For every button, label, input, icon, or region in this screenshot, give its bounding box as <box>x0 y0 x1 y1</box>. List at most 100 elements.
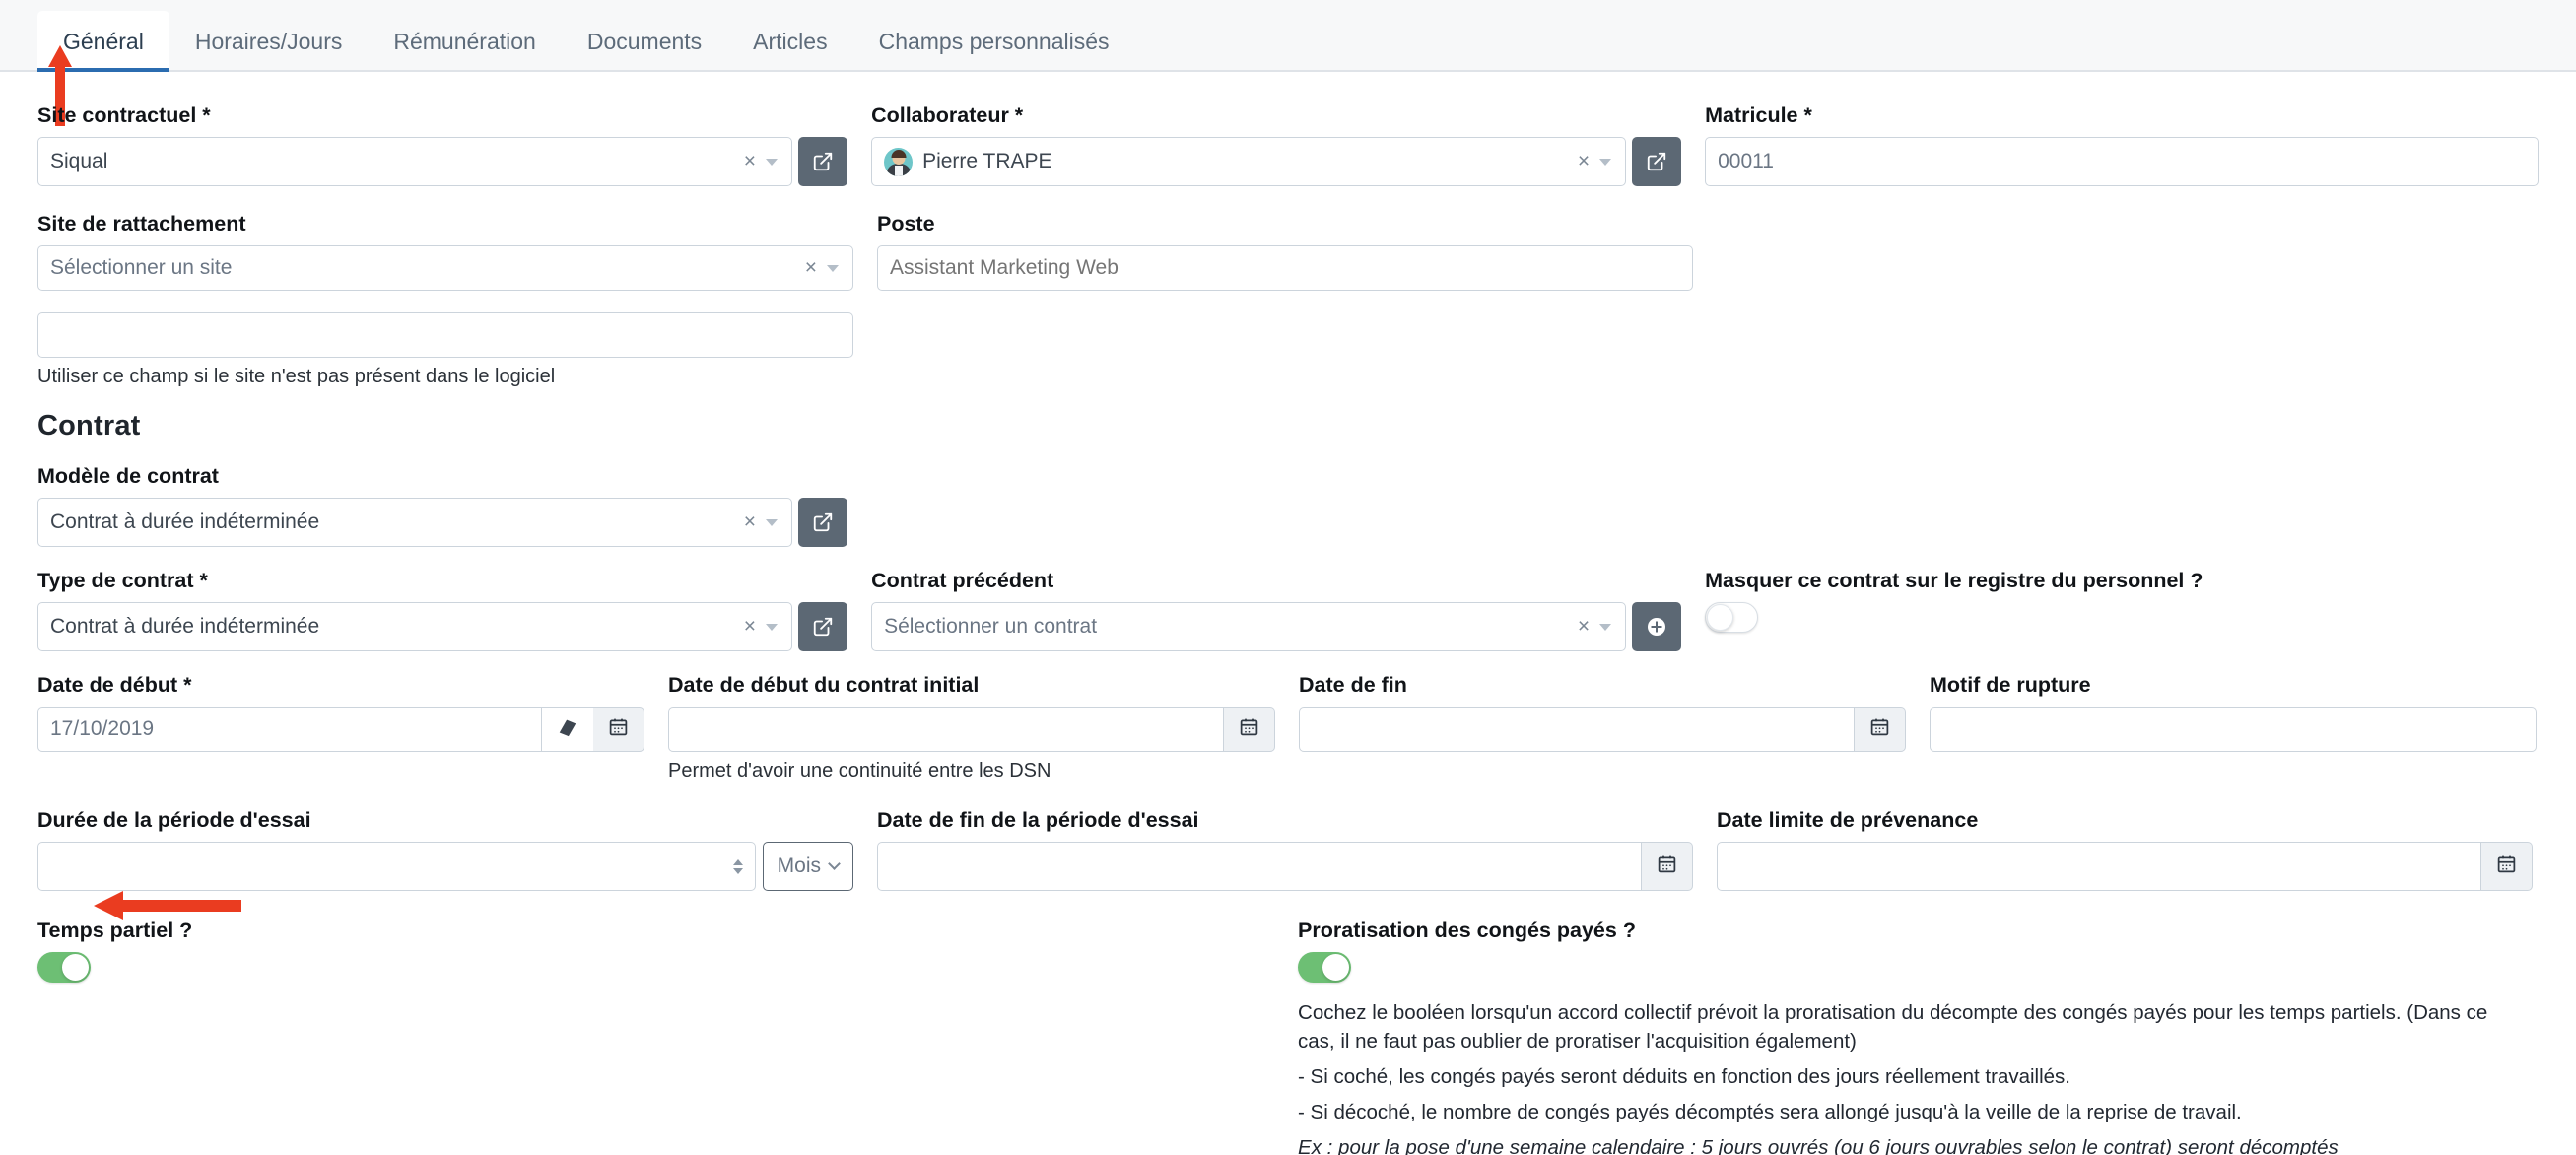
temps-partiel-toggle[interactable] <box>37 952 91 983</box>
collaborateur-value: Pierre TRAPE <box>922 150 1052 172</box>
field-collaborateur: Collaborateur * Pierre TRAPE × <box>871 103 1705 186</box>
tab-remuneration[interactable]: Rémunération <box>368 11 561 72</box>
form-row-periode-essai: Durée de la période d'essai Mois Date de… <box>37 808 2539 891</box>
clear-icon[interactable]: × <box>1572 150 1595 173</box>
duree-essai-number-wrap <box>37 842 756 891</box>
modele-contrat-value: Contrat à durée indéterminée <box>50 510 320 533</box>
date-debut-initial-helper: Permet d'avoir une continuité entre les … <box>668 760 1051 781</box>
tab-champs-personnalises[interactable]: Champs personnalisés <box>853 11 1135 72</box>
collaborateur-select[interactable]: Pierre TRAPE × <box>871 137 1627 186</box>
poste-input[interactable] <box>877 245 1693 291</box>
form-row-type-contrat: Type de contrat * Contrat à durée indéte… <box>37 569 2539 651</box>
tab-horaires-jours[interactable]: Horaires/Jours <box>169 11 369 72</box>
motif-rupture-input[interactable] <box>1930 707 2537 752</box>
open-type-contrat-button[interactable] <box>798 602 848 651</box>
site-contractuel-value: Siqual <box>50 150 108 172</box>
duree-essai-input[interactable] <box>50 854 729 878</box>
form-row-identity: Site contractuel * Siqual × Collaborateu… <box>37 103 2540 186</box>
label-site-contractuel: Site contractuel * <box>37 103 211 127</box>
plus-circle-icon <box>1645 615 1668 639</box>
form-row-site-poste: Site de rattachement Sélectionner un sit… <box>37 212 2539 388</box>
date-debut-calendar-button[interactable] <box>593 707 644 752</box>
chevron-down-icon[interactable] <box>766 158 779 166</box>
field-motif-rupture: Motif de rupture <box>1930 673 2539 782</box>
calendar-icon <box>1239 716 1259 742</box>
date-limite-prevenance-calendar-button[interactable] <box>2481 842 2533 891</box>
external-link-icon <box>1646 151 1667 172</box>
section-title-contrat: Contrat <box>37 410 141 442</box>
site-contractuel-select[interactable]: Siqual × <box>37 137 793 186</box>
quantity-stepper[interactable] <box>729 858 747 874</box>
chevron-down-icon[interactable] <box>766 623 779 631</box>
proratisation-toggle[interactable] <box>1298 952 1352 983</box>
open-collaborateur-button[interactable] <box>1632 137 1682 186</box>
label-contrat-precedent: Contrat précédent <box>871 569 1054 592</box>
open-site-contractuel-button[interactable] <box>798 137 848 186</box>
field-site-contractuel: Site contractuel * Siqual × <box>37 103 871 186</box>
add-contrat-precedent-button[interactable] <box>1632 602 1682 651</box>
label-date-fin-essai: Date de fin de la période d'essai <box>877 808 1199 832</box>
site-libre-input[interactable] <box>37 312 853 358</box>
label-temps-partiel: Temps partiel ? <box>37 918 193 942</box>
field-proratisation: Proratisation des congés payés ? Cochez … <box>1298 918 2539 1155</box>
site-libre-helper: Utiliser ce champ si le site n'est pas p… <box>37 366 556 387</box>
chevron-down-icon[interactable] <box>827 264 839 272</box>
calendar-icon <box>2496 853 2517 879</box>
field-date-limite-prevenance: Date limite de prévenance <box>1717 808 2539 891</box>
label-proratisation: Proratisation des congés payés ? <box>1298 918 1636 942</box>
field-date-debut-initial: Date de début du contrat initial Permet … <box>668 673 1299 782</box>
form-row-dates: Date de début * 17/10/2019 Date de début… <box>37 673 2539 782</box>
label-type-contrat: Type de contrat * <box>37 569 208 592</box>
field-duree-essai: Durée de la période d'essai Mois <box>37 808 877 891</box>
date-fin-input[interactable] <box>1299 707 1855 752</box>
avatar <box>884 147 914 176</box>
form-row-toggles: Temps partiel ? Proratisation des congés… <box>37 918 2539 1155</box>
type-contrat-select[interactable]: Contrat à durée indéterminée × <box>37 602 793 651</box>
clear-icon[interactable]: × <box>738 615 762 639</box>
open-modele-contrat-button[interactable] <box>798 498 848 547</box>
field-type-contrat: Type de contrat * Contrat à durée indéte… <box>37 569 871 651</box>
duree-essai-unit-select[interactable]: Mois <box>762 842 853 891</box>
field-masquer-contrat: Masquer ce contrat sur le registre du pe… <box>1705 569 2539 651</box>
clear-icon[interactable]: × <box>1572 615 1595 639</box>
date-debut-input[interactable] <box>37 707 542 752</box>
field-date-fin-essai: Date de fin de la période d'essai <box>877 808 1717 891</box>
label-poste: Poste <box>877 212 935 236</box>
external-link-icon <box>812 616 834 638</box>
tab-general[interactable]: Général <box>37 11 169 72</box>
label-collaborateur: Collaborateur * <box>871 103 1024 127</box>
chevron-down-icon[interactable] <box>1599 158 1612 166</box>
tab-articles[interactable]: Articles <box>727 11 852 72</box>
modele-contrat-select[interactable]: Contrat à durée indéterminée × <box>37 498 793 547</box>
date-fin-calendar-button[interactable] <box>1855 707 1906 752</box>
contrat-precedent-select[interactable]: Sélectionner un contrat × <box>871 602 1627 651</box>
clear-icon[interactable]: × <box>738 150 762 173</box>
masquer-contrat-toggle[interactable] <box>1705 602 1759 633</box>
tab-bar: Général Horaires/Jours Rémunération Docu… <box>0 0 2576 72</box>
proratisation-note-2: - Si coché, les congés payés seront dédu… <box>1298 1065 2071 1089</box>
external-link-icon <box>812 511 834 533</box>
date-debut-initial-input[interactable] <box>668 707 1224 752</box>
date-debut-initial-calendar-button[interactable] <box>1224 707 1275 752</box>
external-link-icon <box>812 151 834 172</box>
clear-icon[interactable]: × <box>738 510 762 534</box>
chevron-down-icon[interactable] <box>766 518 779 526</box>
spacer-col <box>1705 464 2539 547</box>
field-date-debut: Date de début * <box>37 673 668 782</box>
clear-icon[interactable]: × <box>799 256 823 280</box>
calendar-icon <box>1657 853 1677 879</box>
matricule-input[interactable] <box>1705 137 2540 186</box>
spacer-col <box>1717 212 2539 388</box>
label-date-limite-prevenance: Date limite de prévenance <box>1717 808 1979 832</box>
calendar-icon <box>1869 716 1890 742</box>
date-fin-essai-calendar-button[interactable] <box>1642 842 1693 891</box>
site-rattachement-select[interactable]: Sélectionner un site × <box>37 245 853 291</box>
tab-documents[interactable]: Documents <box>562 11 727 72</box>
label-date-fin: Date de fin <box>1299 673 1407 697</box>
clear-date-debut-button[interactable] <box>542 707 593 752</box>
date-limite-prevenance-input[interactable] <box>1717 842 2481 891</box>
date-fin-essai-input[interactable] <box>877 842 1642 891</box>
duree-essai-unit-value: Mois <box>777 854 821 877</box>
form-row-modele: Modèle de contrat Contrat à durée indéte… <box>37 464 2539 547</box>
chevron-down-icon[interactable] <box>1599 623 1612 631</box>
